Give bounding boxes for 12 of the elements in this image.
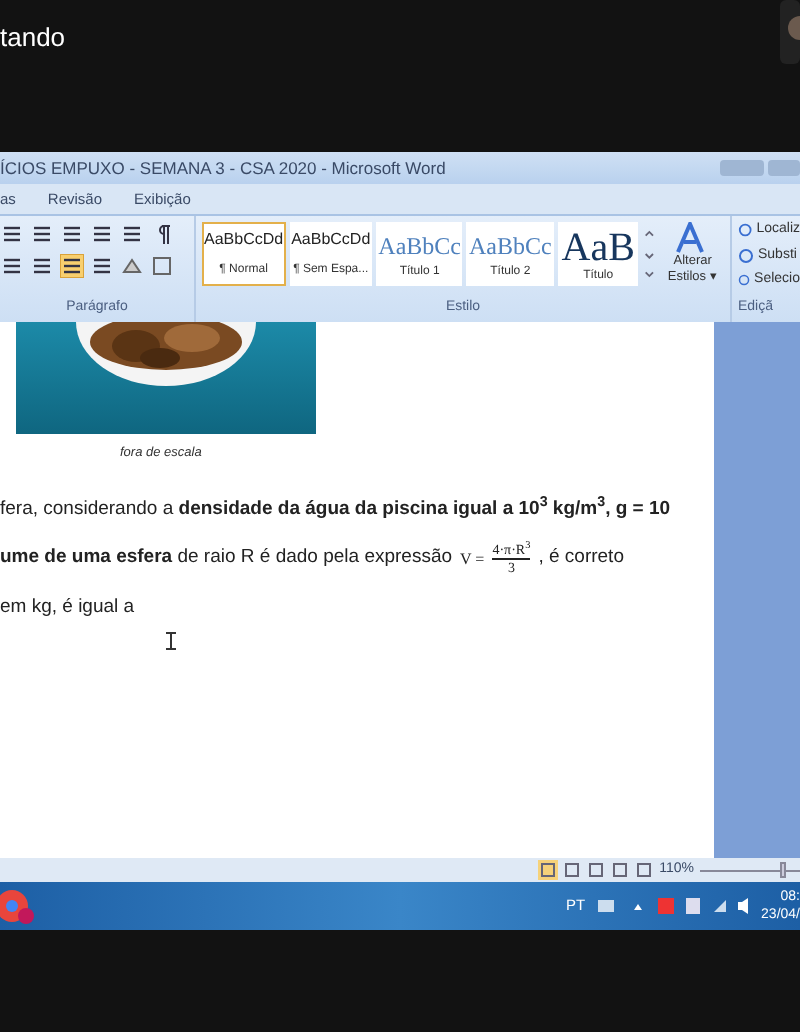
document-text: ume de uma esfera de raio R é dado pela expressão: [0, 544, 453, 573]
presenter-status: tando: [0, 20, 66, 56]
style-preview: AaBbCc: [468, 230, 552, 264]
style-preview: AaBbCcDd: [204, 228, 284, 252]
document-text: , é correto: [538, 544, 624, 573]
window-title: ÍCIOS EMPUXO - SEMANA 3 - CSA 2020 - Microsoft Word: [0, 155, 446, 181]
style-preview: AaB: [561, 228, 635, 268]
formula-lhs: V =: [460, 547, 485, 571]
style-preview: AaBbCcDd: [291, 228, 371, 252]
style-preview: AaBbCc: [378, 230, 461, 264]
document-text: fera, considerando a densidade da água da piscina igual a 10$^{3}$ kg/m$^{3}$, g = 10: [0, 495, 673, 524]
document-text: em kg, é igual a: [0, 594, 137, 622]
